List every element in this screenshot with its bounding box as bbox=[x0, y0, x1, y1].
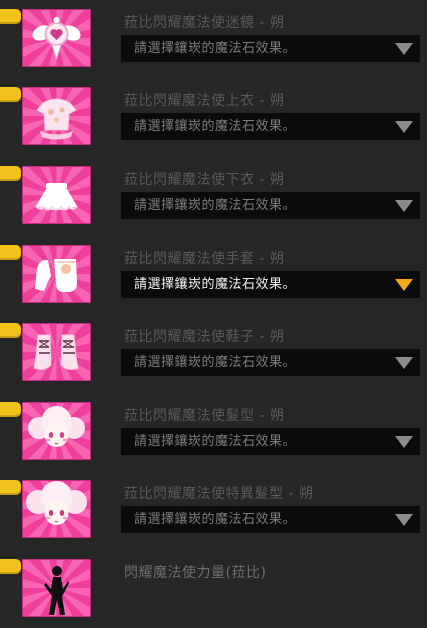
shoes-icon[interactable] bbox=[22, 323, 91, 381]
equipment-row: 閃耀魔法使力量(菈比) bbox=[0, 550, 427, 628]
dropdown-value: 請選擇鑲崁的魔法石效果。 bbox=[134, 198, 297, 213]
dropdown-value: 請選擇鑲崁的魔法石效果。 bbox=[134, 355, 297, 370]
slot-marker-icon bbox=[0, 480, 21, 495]
dropdown-arrow-icon[interactable] bbox=[395, 200, 413, 212]
slot-marker-icon bbox=[0, 559, 21, 574]
dropdown-arrow-icon[interactable] bbox=[395, 121, 413, 133]
gloves-icon[interactable] bbox=[22, 245, 91, 303]
equipment-row: 菈比閃耀魔法使手套 - 朔請選擇鑲崁的魔法石效果。 bbox=[0, 236, 427, 314]
magic-mirror-icon[interactable] bbox=[22, 9, 91, 67]
skirt-icon[interactable] bbox=[22, 166, 91, 224]
equipment-row: 菈比閃耀魔法使髮型 - 朔請選擇鑲崁的魔法石效果。 bbox=[0, 393, 427, 471]
dropdown-arrow-icon[interactable] bbox=[395, 43, 413, 55]
magic-stone-dropdown[interactable]: 請選擇鑲崁的魔法石效果。 bbox=[121, 113, 420, 140]
magic-stone-dropdown[interactable]: 請選擇鑲崁的魔法石效果。 bbox=[121, 35, 420, 62]
dropdown-value: 請選擇鑲崁的魔法石效果。 bbox=[134, 277, 297, 292]
item-name: 菈比閃耀魔法使迷鏡 - 朔 bbox=[124, 15, 285, 31]
magic-stone-dropdown[interactable]: 請選擇鑲崁的魔法石效果。 bbox=[121, 506, 420, 533]
equipment-row: 菈比閃耀魔法使迷鏡 - 朔請選擇鑲崁的魔法石效果。 bbox=[0, 0, 427, 78]
slot-marker-icon bbox=[0, 245, 21, 260]
dropdown-arrow-icon[interactable] bbox=[395, 436, 413, 448]
dropdown-value: 請選擇鑲崁的魔法石效果。 bbox=[134, 41, 297, 56]
dropdown-value: 請選擇鑲崁的魔法石效果。 bbox=[134, 119, 297, 134]
hairstyle-icon[interactable] bbox=[22, 402, 91, 460]
slot-marker-icon bbox=[0, 323, 21, 338]
magic-stone-dropdown[interactable]: 請選擇鑲崁的魔法石效果。 bbox=[121, 349, 420, 376]
dropdown-arrow-icon[interactable] bbox=[395, 514, 413, 526]
item-name: 菈比閃耀魔法使鞋子 - 朔 bbox=[124, 329, 285, 345]
item-name: 菈比閃耀魔法使特異髮型 - 朔 bbox=[124, 486, 314, 502]
dropdown-arrow-icon[interactable] bbox=[395, 279, 413, 291]
special-hairstyle-icon[interactable] bbox=[22, 480, 91, 538]
slot-marker-icon bbox=[0, 9, 21, 24]
magic-stone-dropdown[interactable]: 請選擇鑲崁的魔法石效果。 bbox=[121, 192, 420, 219]
equipment-row: 菈比閃耀魔法使上衣 - 朔請選擇鑲崁的魔法石效果。 bbox=[0, 78, 427, 156]
top-garment-icon[interactable] bbox=[22, 87, 91, 145]
dropdown-value: 請選擇鑲崁的魔法石效果。 bbox=[134, 434, 297, 449]
silhouette-icon[interactable] bbox=[22, 559, 91, 617]
item-name: 菈比閃耀魔法使上衣 - 朔 bbox=[124, 93, 285, 109]
item-name: 菈比閃耀魔法使手套 - 朔 bbox=[124, 251, 285, 267]
item-name: 閃耀魔法使力量(菈比) bbox=[124, 565, 267, 581]
magic-stone-dropdown[interactable]: 請選擇鑲崁的魔法石效果。 bbox=[121, 428, 420, 455]
item-name: 菈比閃耀魔法使下衣 - 朔 bbox=[124, 172, 285, 188]
slot-marker-icon bbox=[0, 87, 21, 102]
slot-marker-icon bbox=[0, 402, 21, 417]
slot-marker-icon bbox=[0, 166, 21, 181]
equipment-list: 菈比閃耀魔法使迷鏡 - 朔請選擇鑲崁的魔法石效果。 菈比閃耀魔法使上衣 - 朔請選… bbox=[0, 0, 427, 617]
item-name: 菈比閃耀魔法使髮型 - 朔 bbox=[124, 408, 285, 424]
equipment-row: 菈比閃耀魔法使鞋子 - 朔請選擇鑲崁的魔法石效果。 bbox=[0, 314, 427, 392]
magic-stone-dropdown[interactable]: 請選擇鑲崁的魔法石效果。 bbox=[121, 271, 420, 298]
dropdown-arrow-icon[interactable] bbox=[395, 357, 413, 369]
dropdown-value: 請選擇鑲崁的魔法石效果。 bbox=[134, 512, 297, 527]
equipment-row: 菈比閃耀魔法使特異髮型 - 朔請選擇鑲崁的魔法石效果。 bbox=[0, 471, 427, 549]
equipment-row: 菈比閃耀魔法使下衣 - 朔請選擇鑲崁的魔法石效果。 bbox=[0, 157, 427, 235]
